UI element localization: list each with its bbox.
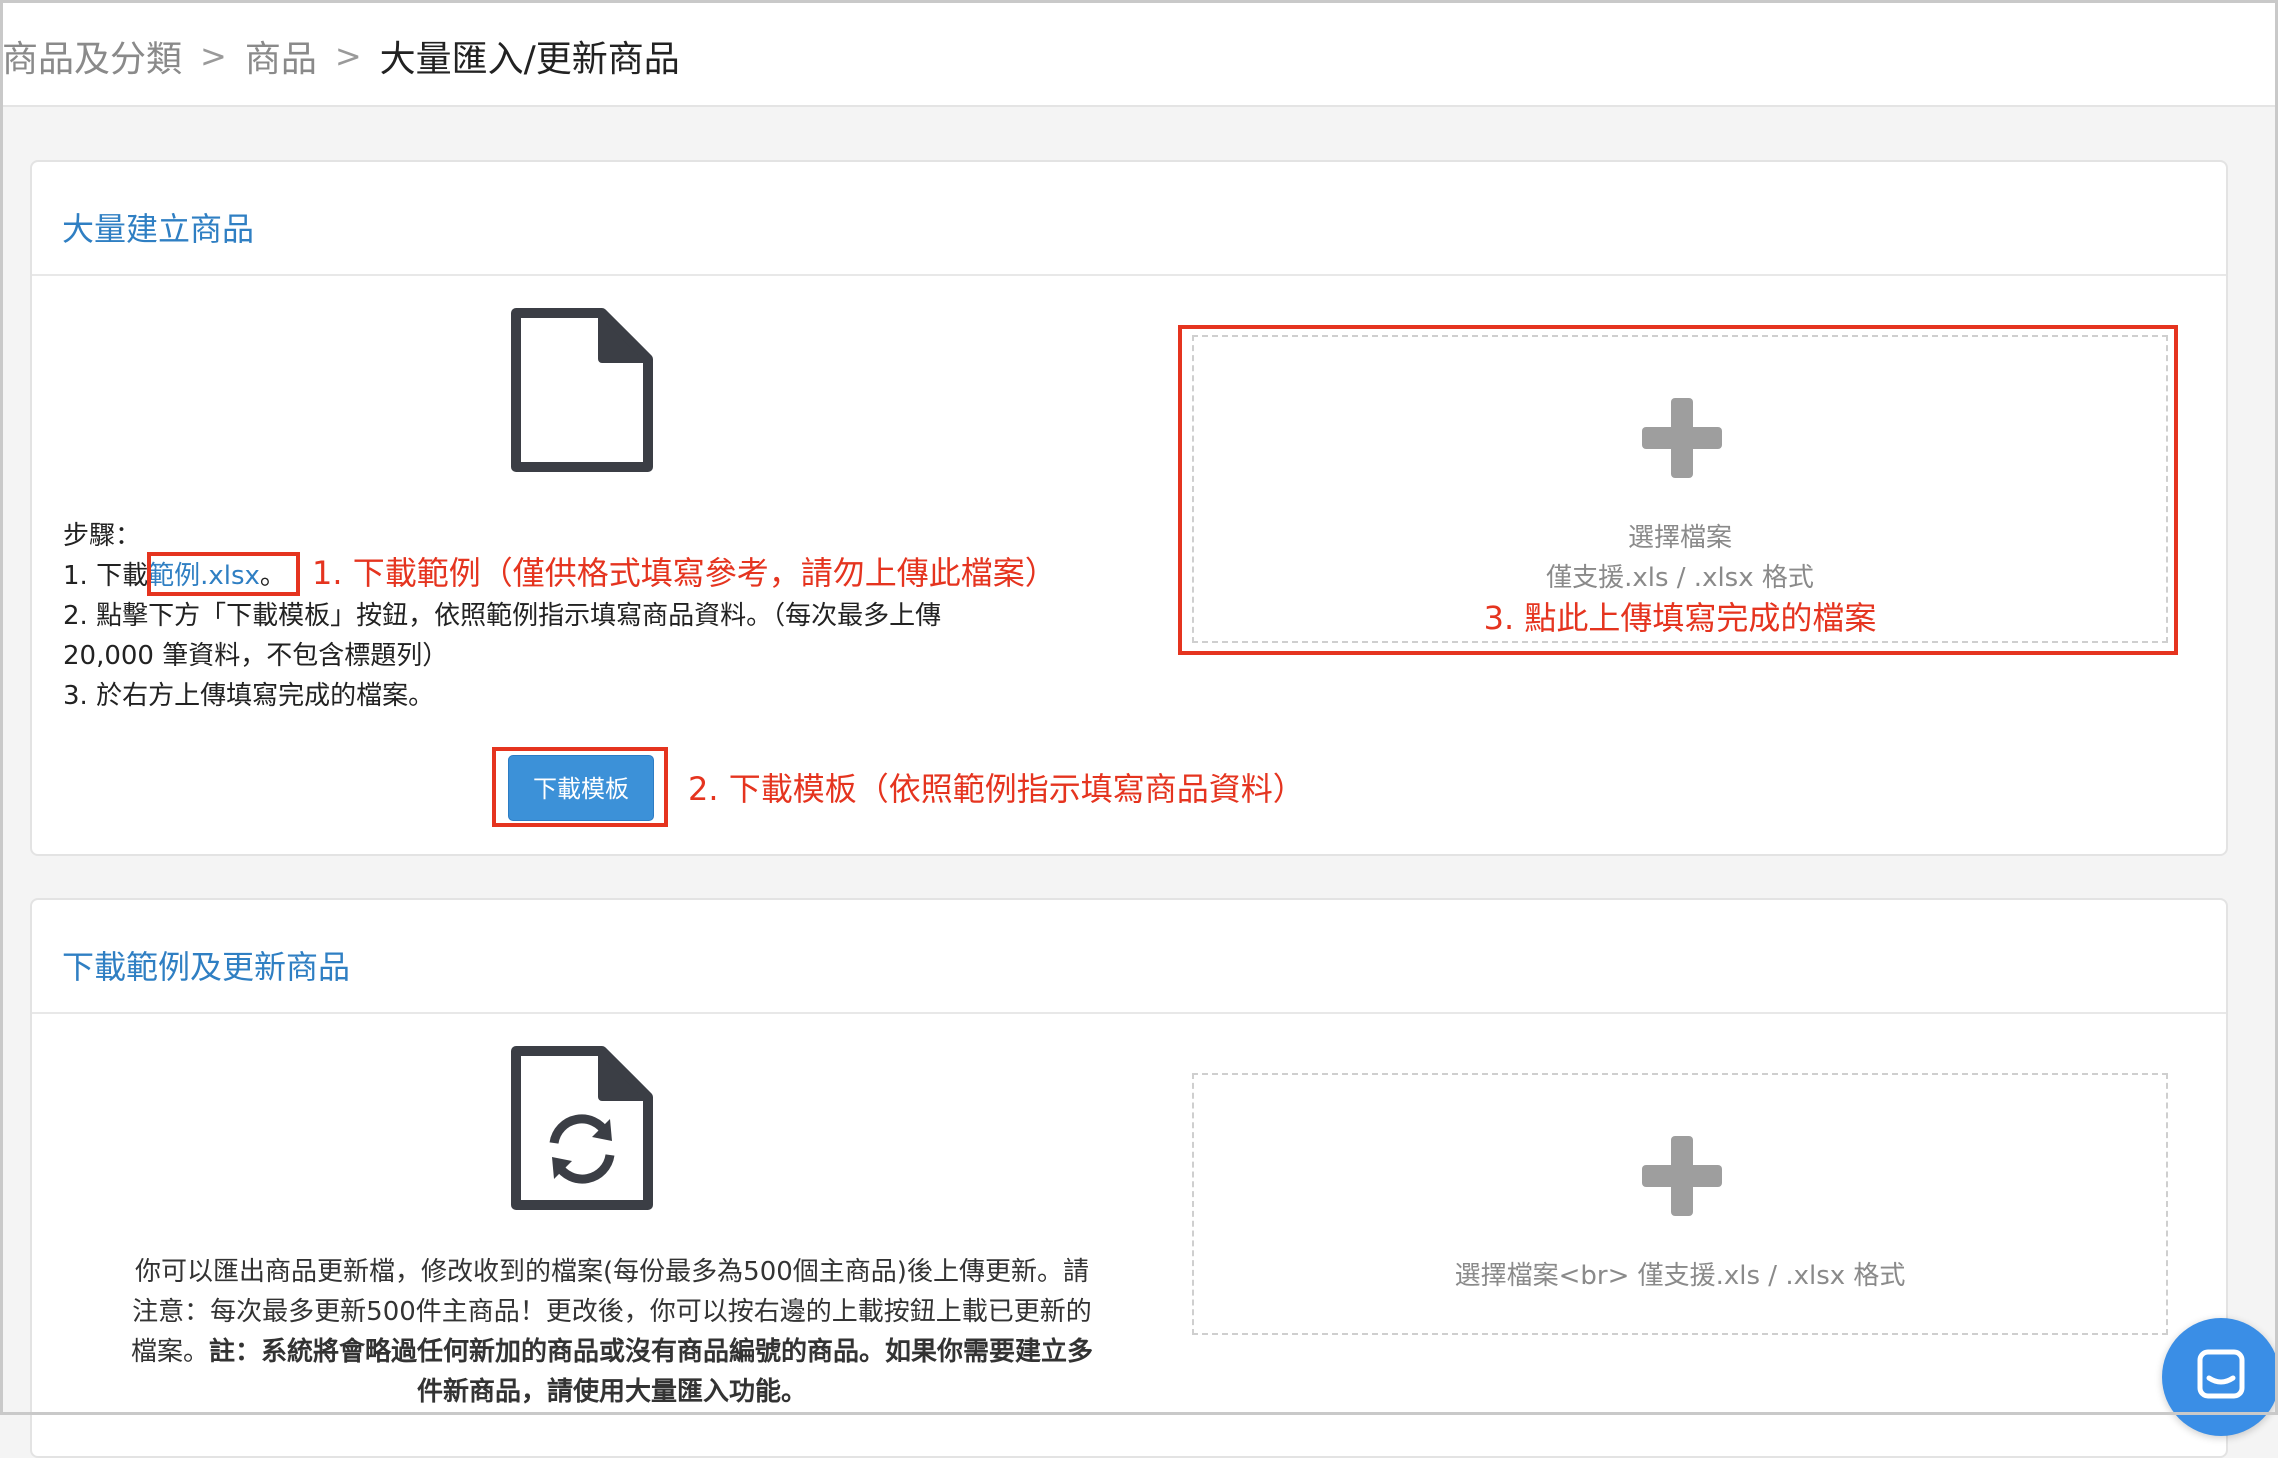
chevron-right-icon: >	[334, 37, 362, 75]
plus-icon-vertical	[1671, 398, 1693, 478]
breadcrumb: 商品及分類 > 商品 > 大量匯入/更新商品	[2, 30, 680, 82]
annotation-note-2: 2. 下載模板（依照範例指示填寫商品資料）	[688, 770, 1305, 808]
bulk-create-header: 大量建立商品	[32, 162, 2226, 276]
bulk-update-title: 下載範例及更新商品	[62, 948, 351, 986]
step-2-line-2: 20,000 筆資料，不包含標題列）	[63, 641, 449, 671]
chat-button[interactable]	[2162, 1318, 2278, 1436]
download-template-button[interactable]: 下載模板	[508, 755, 654, 821]
breadcrumb-products[interactable]: 商品	[245, 30, 317, 82]
file-icon	[511, 308, 653, 472]
chevron-right-icon: >	[200, 37, 227, 75]
bulk-update-card: 下載範例及更新商品 你可以匯出商品更新檔，修改收到的檔案(每份最多為500個主商…	[30, 898, 2228, 1458]
annotation-note-1: 1. 下載範例（僅供格式填寫參考，請勿上傳此檔案）	[312, 554, 1057, 592]
top-bar: 商品及分類 > 商品 > 大量匯入/更新商品	[0, 0, 2278, 107]
dropzone-supported-formats: 僅支援.xls / .xlsx 格式	[1546, 563, 1814, 593]
bulk-update-header: 下載範例及更新商品	[32, 900, 2226, 1014]
step-3: 3. 於右方上傳填寫完成的檔案。	[63, 681, 435, 711]
breadcrumb-products-categories[interactable]: 商品及分類	[2, 30, 182, 82]
bulk-create-card: 大量建立商品 步驟： 1. 下載範例.xlsx。 2. 點擊下方「下載模板」按鈕…	[30, 160, 2228, 856]
chat-icon	[2197, 1349, 2245, 1399]
steps-list: 步驟： 1. 下載範例.xlsx。 2. 點擊下方「下載模板」按鈕，依照範例指示…	[63, 516, 941, 716]
annotation-box-sample-link	[147, 552, 300, 596]
bulk-update-description: 你可以匯出商品更新檔，修改收到的檔案(每份最多為500個主商品)後上傳更新。請 …	[130, 1257, 1094, 1407]
plus-icon-vertical	[1671, 1136, 1693, 1216]
breadcrumb-current: 大量匯入/更新商品	[379, 39, 680, 80]
update-dropzone-text: 選擇檔案<br> 僅支援.xls / .xlsx 格式	[1454, 1261, 1906, 1291]
dropzone-choose-file: 選擇檔案	[1627, 523, 1732, 553]
step-2-line-1: 2. 點擊下方「下載模板」按鈕，依照範例指示填寫商品資料。（每次最多上傳	[63, 601, 942, 631]
bulk-create-title: 大量建立商品	[62, 210, 255, 248]
annotation-note-3: 3. 點此上傳填寫完成的檔案	[1483, 599, 1877, 637]
update-upload-dropzone[interactable]: 選擇檔案<br> 僅支援.xls / .xlsx 格式	[1192, 1073, 2168, 1335]
upload-dropzone[interactable]: 選擇檔案 僅支援.xls / .xlsx 格式 3. 點此上傳填寫完成的檔案	[1192, 335, 2168, 643]
file-refresh-icon	[511, 1046, 653, 1210]
